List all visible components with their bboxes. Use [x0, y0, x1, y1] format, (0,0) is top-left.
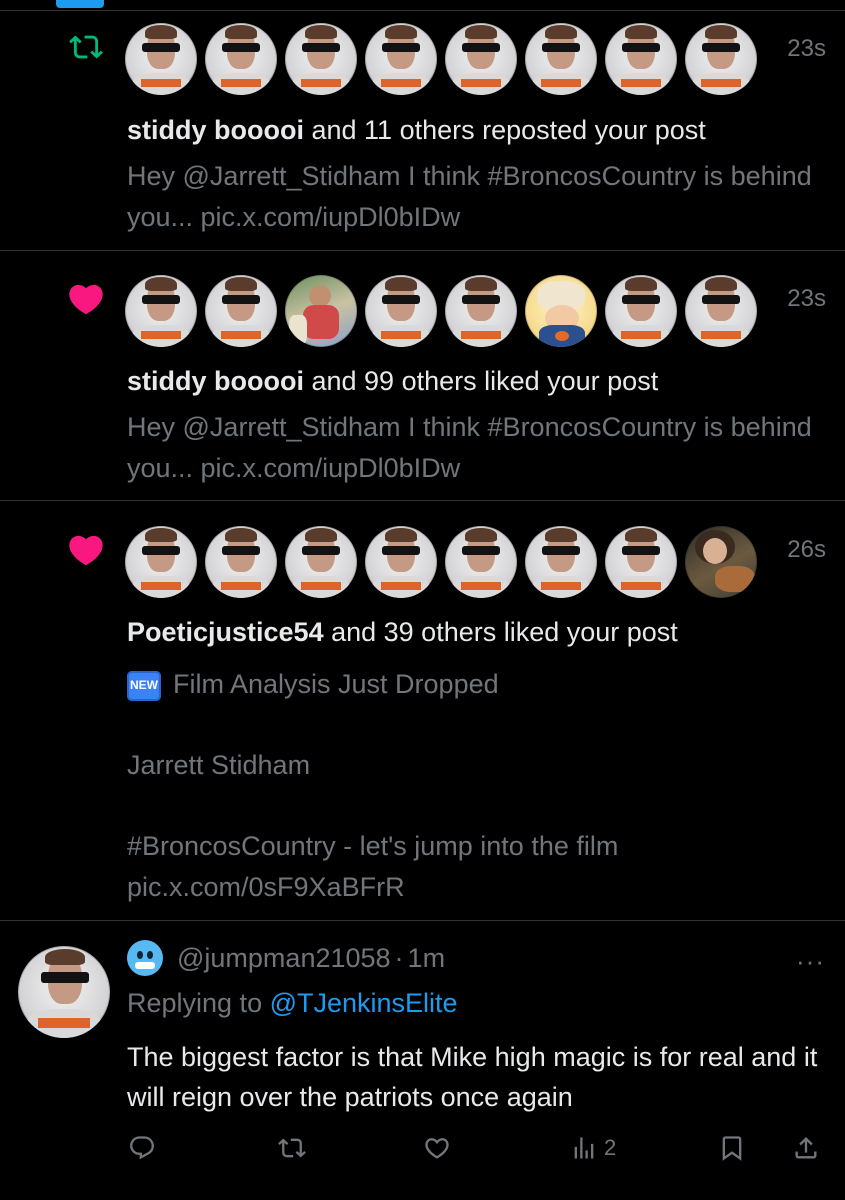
notification-summary: stiddy booooi and 99 others liked your p… [127, 366, 658, 397]
avatar[interactable] [525, 526, 597, 598]
avatar[interactable] [125, 526, 197, 598]
like-button[interactable] [423, 1134, 451, 1162]
heart-icon [62, 526, 110, 574]
notification-repost[interactable]: 23s stiddy booooi and 11 others reposted… [0, 11, 845, 251]
avatar[interactable] [125, 275, 197, 347]
post-link: pic.x.com/0sF9XaBFrR [127, 872, 405, 902]
post-preview[interactable]: Hey @Jarrett_Stidham I think #BroncosCou… [127, 407, 827, 489]
post-line: #BroncosCountry - let's jump into the fi… [127, 831, 619, 861]
avatar[interactable] [205, 526, 277, 598]
reply-handle[interactable]: @jumpman21058 [177, 943, 391, 974]
post-line-text: Film Analysis Just Dropped [173, 669, 499, 699]
post-preview[interactable]: NEW Film Analysis Just Dropped Jarrett St… [127, 664, 827, 908]
more-options-icon[interactable]: ··· [796, 946, 825, 977]
notification-like[interactable]: 26s Poeticjustice54 and 39 others liked … [0, 501, 845, 921]
bookmark-icon [722, 1136, 742, 1161]
divider [0, 920, 845, 921]
avatar[interactable] [685, 526, 757, 598]
reply-action-bar: 2 [0, 1130, 845, 1174]
avatar[interactable] [285, 275, 357, 347]
replying-handle-link[interactable]: @TJenkinsElite [270, 988, 458, 1018]
new-badge-icon: NEW [127, 670, 161, 701]
replying-to: Replying to @TJenkinsElite [127, 988, 458, 1019]
separator: · [394, 942, 404, 973]
views-count: 2 [604, 1135, 617, 1160]
summary-text: and 39 others liked your post [323, 617, 678, 647]
avatar[interactable] [365, 275, 437, 347]
avatar-row [125, 275, 765, 347]
timestamp: 23s [787, 285, 826, 312]
repost-icon [62, 23, 110, 71]
avatar[interactable] [685, 23, 757, 95]
repost-button[interactable] [278, 1134, 306, 1162]
actor-name[interactable]: Poeticjustice54 [127, 617, 324, 647]
heart-outline-icon [425, 1138, 449, 1159]
share-icon [795, 1137, 817, 1159]
views-icon [574, 1137, 594, 1159]
avatar[interactable] [365, 526, 437, 598]
actor-name[interactable]: stiddy booooi [127, 115, 304, 145]
avatar-row [125, 526, 765, 598]
timestamp: 23s [787, 35, 826, 62]
avatar[interactable] [525, 275, 597, 347]
avatar[interactable] [525, 23, 597, 95]
post-preview[interactable]: Hey @Jarrett_Stidham I think #BroncosCou… [127, 156, 827, 238]
avatar[interactable] [605, 526, 677, 598]
avatar[interactable] [605, 275, 677, 347]
reply-text: The biggest factor is that Mike high mag… [127, 1042, 818, 1112]
avatar[interactable] [285, 23, 357, 95]
repost-icon [278, 1138, 306, 1158]
cold-face-emoji-icon [127, 940, 163, 976]
reply-header: @jumpman21058 · 1m [127, 940, 445, 976]
post-line: NEW Film Analysis Just Dropped [127, 664, 827, 705]
reply-author-avatar[interactable] [18, 946, 110, 1038]
share-button[interactable] [792, 1134, 820, 1162]
avatar[interactable] [285, 526, 357, 598]
reply-button[interactable] [128, 1134, 156, 1162]
notification-like[interactable]: 23s stiddy booooi and 99 others liked yo… [0, 251, 845, 501]
avatar[interactable] [205, 23, 277, 95]
avatar[interactable] [365, 23, 437, 95]
avatar[interactable] [445, 275, 517, 347]
notification-summary: Poeticjustice54 and 39 others liked your… [127, 617, 678, 648]
avatar-row [125, 23, 765, 95]
heart-icon [62, 275, 110, 323]
summary-text: and 11 others reposted your post [303, 115, 706, 145]
bookmark-button[interactable] [718, 1134, 746, 1162]
avatar[interactable] [445, 526, 517, 598]
post-line: Jarrett Stidham [127, 750, 311, 780]
active-tab-indicator [56, 0, 104, 8]
replying-prefix: Replying to [127, 988, 270, 1018]
avatar[interactable] [125, 23, 197, 95]
actor-name[interactable]: stiddy booooi [127, 366, 304, 396]
avatar[interactable] [605, 23, 677, 95]
avatar[interactable] [445, 23, 517, 95]
views-button[interactable]: 2 [570, 1134, 616, 1162]
timestamp: 26s [787, 536, 826, 563]
avatar[interactable] [205, 275, 277, 347]
notification-summary: stiddy booooi and 11 others reposted you… [127, 115, 706, 146]
avatar[interactable] [685, 275, 757, 347]
reply-icon [130, 1136, 154, 1160]
summary-text: and 99 others liked your post [303, 366, 659, 396]
reply-time[interactable]: 1m [408, 943, 446, 974]
